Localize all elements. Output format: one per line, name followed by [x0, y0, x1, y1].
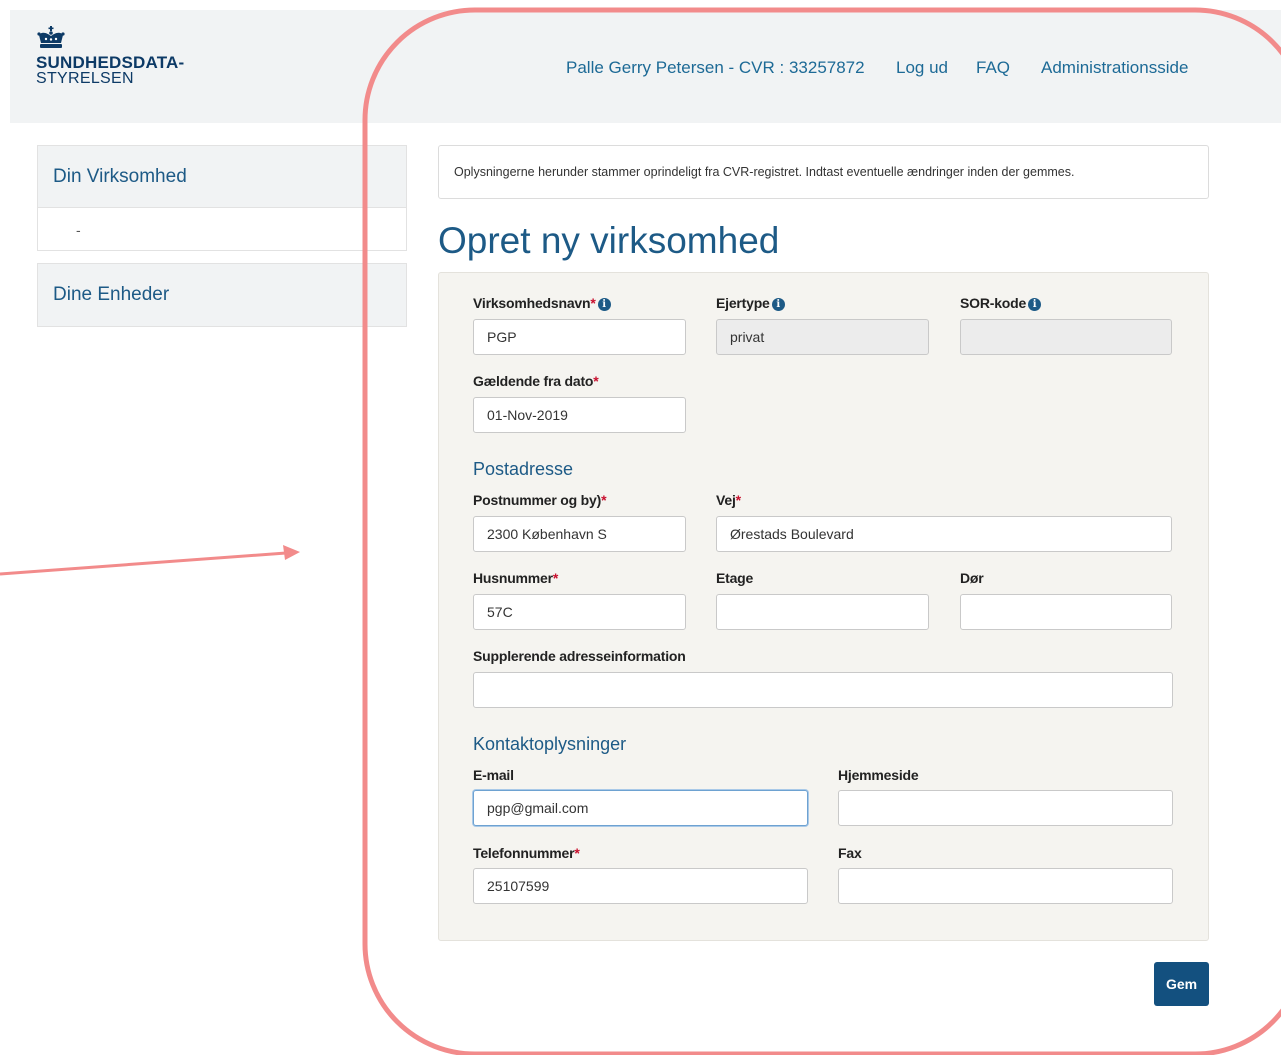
sor-code-label: SOR-kode i [960, 295, 1042, 311]
contact-info-heading: Kontaktoplysninger [473, 734, 627, 754]
site-header: SUNDHEDSDATA- STYRELSEN Palle Gerry Pete… [10, 10, 1281, 123]
email-input[interactable] [473, 790, 808, 826]
fax-label: Fax [838, 845, 862, 861]
page-title: Opret ny virksomhed [438, 220, 780, 261]
info-icon[interactable]: i [1028, 298, 1042, 311]
company-name-input[interactable] [473, 319, 686, 355]
cvr-notice: Oplysningerne herunder stammer oprindeli… [438, 145, 1209, 199]
phone-label: Telefonnummer* [473, 845, 580, 861]
website-input[interactable] [838, 790, 1173, 826]
extra-address-input[interactable] [473, 672, 1173, 708]
sidebar-item-company[interactable]: Din Virksomhed [38, 146, 406, 208]
postal-address-heading: Postadresse [473, 459, 574, 479]
sidebar-company-panel: Din Virksomhed - [37, 145, 407, 251]
logo-line-1: SUNDHEDSDATA- [36, 53, 185, 72]
site-logo[interactable]: SUNDHEDSDATA- STYRELSEN [36, 26, 184, 87]
valid-from-date-input[interactable] [473, 397, 686, 433]
extra-address-label: Supplerende adresseinformation [473, 648, 686, 664]
postcode-city-input[interactable] [473, 516, 686, 552]
crown-icon [37, 26, 65, 48]
door-label: Dør [960, 570, 984, 586]
fax-input[interactable] [838, 868, 1173, 904]
user-cvr-link[interactable]: Palle Gerry Petersen - CVR : 33257872 [566, 58, 865, 78]
logo-line-2: STYRELSEN [36, 70, 134, 87]
postcode-label: Postnummer og by)* [473, 492, 607, 508]
required-asterisk: * [574, 845, 580, 861]
save-button[interactable]: Gem [1154, 962, 1209, 1006]
sidebar-item-units[interactable]: Dine Enheder [38, 264, 406, 326]
company-name-label: Virksomhedsnavn* i [473, 295, 611, 311]
street-label: Vej* [716, 492, 741, 508]
street-input[interactable] [716, 516, 1172, 552]
door-input[interactable] [960, 594, 1172, 630]
required-asterisk: * [735, 492, 741, 508]
logout-link[interactable]: Log ud [896, 58, 948, 78]
sor-code-input [960, 319, 1172, 355]
owner-type-input [716, 319, 929, 355]
email-label: E-mail [473, 767, 514, 783]
faq-link[interactable]: FAQ [976, 58, 1010, 78]
floor-label: Etage [716, 570, 754, 586]
info-icon[interactable]: i [771, 298, 785, 311]
required-asterisk: * [552, 570, 559, 586]
sidebar-company-entry[interactable]: - [38, 208, 406, 250]
required-asterisk: * [601, 492, 607, 508]
house-number-input[interactable] [473, 594, 686, 630]
pointer-arrow-line [0, 551, 287, 576]
phone-input[interactable] [473, 868, 808, 904]
admin-page-link[interactable]: Administrationsside [1041, 58, 1188, 78]
house-number-label: Husnummer* [473, 570, 559, 586]
floor-input[interactable] [716, 594, 929, 630]
required-asterisk: * [590, 295, 596, 311]
info-icon[interactable]: i [597, 298, 611, 311]
sidebar-units-panel: Dine Enheder [37, 263, 407, 327]
pointer-arrow-head [283, 545, 300, 560]
required-asterisk: * [593, 373, 599, 389]
website-label: Hjemmeside [838, 767, 919, 783]
owner-type-label: Ejertype i [716, 295, 785, 311]
valid-from-label: Gældende fra dato* [473, 373, 599, 389]
